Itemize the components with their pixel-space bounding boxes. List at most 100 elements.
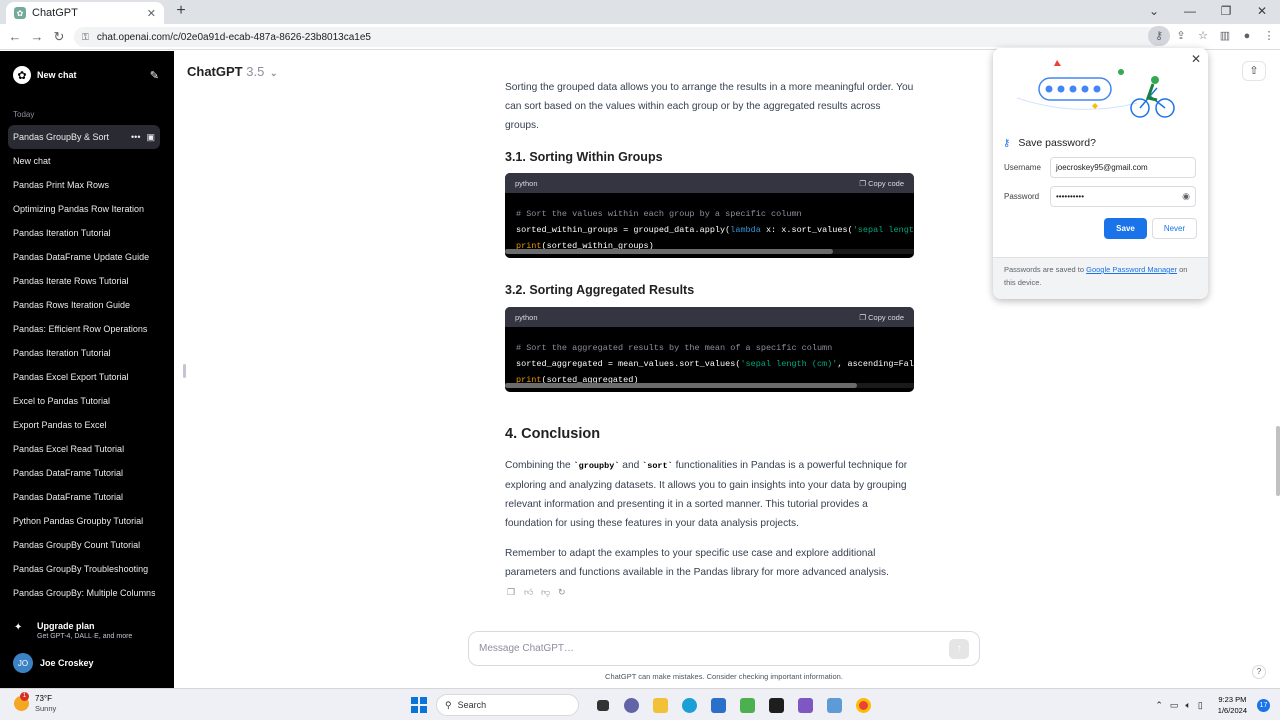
- back-button[interactable]: ←: [4, 29, 26, 44]
- network-icon[interactable]: ▭: [1170, 700, 1179, 711]
- bookmark-star-icon[interactable]: ☆: [1192, 26, 1214, 46]
- new-chat-button[interactable]: ✿ New chat ✎: [8, 61, 164, 89]
- vscode-icon[interactable]: [791, 695, 820, 715]
- weather-widget[interactable]: 1 73°F Sunny: [14, 692, 56, 713]
- sidebar-item[interactable]: Pandas Excel Read Tutorial: [8, 437, 160, 461]
- browser-tab[interactable]: ✿ ChatGPT ✕: [6, 2, 164, 24]
- sidebar-item[interactable]: Optimizing Pandas Row Iteration: [8, 197, 160, 221]
- sidebar-toggle-handle[interactable]: [183, 364, 186, 378]
- help-button[interactable]: ?: [1252, 665, 1266, 679]
- code-header: python ❐ Copy code: [505, 173, 914, 193]
- message-composer[interactable]: Message ChatGPT… ↑: [468, 631, 980, 666]
- code-content[interactable]: # Sort the aggregated results by the mea…: [505, 327, 914, 383]
- sidebar-item-label: Pandas Iteration Tutorial: [13, 348, 111, 358]
- message-input[interactable]: Message ChatGPT…: [479, 643, 949, 654]
- chat-history-list: Pandas GroupBy & Sort ••• ▣ New chat Pan…: [8, 125, 160, 605]
- code-scrollbar-thumb[interactable]: [505, 383, 857, 388]
- clock[interactable]: 9:23 PM 1/6/2024: [1218, 694, 1247, 716]
- copy-code-label: Copy code: [868, 312, 904, 322]
- maximize-button[interactable]: ❐: [1208, 0, 1244, 24]
- code-scrollbar-thumb[interactable]: [505, 249, 833, 254]
- sidebar-item[interactable]: Pandas GroupBy Troubleshooting: [8, 557, 160, 581]
- archive-icon[interactable]: ▣: [146, 132, 155, 143]
- username-row: Username joecroskey95@gmail.com: [1004, 157, 1196, 178]
- code-content[interactable]: # Sort the values within each group by a…: [505, 193, 914, 249]
- code-block: python ❐ Copy code # Sort the aggregated…: [505, 307, 914, 392]
- sidebar-item[interactable]: Python Pandas Groupby Tutorial: [8, 509, 160, 533]
- sidebar-item[interactable]: Pandas Excel Export Tutorial: [8, 365, 160, 389]
- share-button[interactable]: ⇧: [1242, 61, 1266, 81]
- battery-icon[interactable]: ▯: [1198, 700, 1203, 711]
- chat-app-icon[interactable]: [617, 695, 646, 715]
- share-icon[interactable]: ⇪: [1170, 26, 1192, 46]
- sidebar-item-active[interactable]: Pandas GroupBy & Sort ••• ▣: [8, 125, 160, 149]
- regenerate-icon[interactable]: ↻: [558, 587, 575, 598]
- username-field[interactable]: joecroskey95@gmail.com: [1050, 157, 1196, 178]
- store-icon[interactable]: [704, 695, 733, 715]
- password-manager-link[interactable]: Google Password Manager: [1086, 265, 1177, 274]
- thumbs-up-icon[interactable]: 👍︎: [524, 587, 541, 598]
- sidebar-item[interactable]: Pandas DataFrame Update Guide: [8, 245, 160, 269]
- taskbar-search[interactable]: ⚲ Search: [436, 694, 579, 716]
- minimize-button[interactable]: —: [1172, 0, 1208, 24]
- notepad-app-icon[interactable]: [733, 695, 762, 715]
- user-menu[interactable]: JO Joe Croskey: [13, 653, 94, 673]
- heading-sorting-within-groups: 3.1. Sorting Within Groups: [505, 150, 663, 164]
- volume-icon[interactable]: 🔈︎: [1185, 700, 1190, 711]
- edge-browser-icon[interactable]: [675, 695, 704, 715]
- code-scrollbar[interactable]: [505, 249, 914, 254]
- copy-code-button[interactable]: ❐ Copy code: [859, 179, 904, 188]
- thumbs-down-icon[interactable]: 👎︎: [541, 587, 558, 598]
- sidebar-item[interactable]: Pandas Iteration Tutorial: [8, 221, 160, 245]
- task-view-icon[interactable]: [588, 695, 617, 715]
- copy-code-button[interactable]: ❐ Copy code: [859, 313, 904, 322]
- scrollbar[interactable]: [1276, 426, 1280, 496]
- password-field[interactable]: •••••••••• ◉: [1050, 186, 1196, 207]
- sidebar-item[interactable]: Export Pandas to Excel: [8, 413, 160, 437]
- chrome-icon[interactable]: [849, 695, 878, 715]
- never-button[interactable]: Never: [1152, 218, 1197, 239]
- upgrade-plan-button[interactable]: ✦ Upgrade plan Get GPT-4, DALL·E, and mo…: [14, 621, 164, 640]
- sidebar-item[interactable]: Pandas Rows Iteration Guide: [8, 293, 160, 317]
- sidebar-item[interactable]: Excel to Pandas Tutorial: [8, 389, 160, 413]
- key-icon[interactable]: ⚷: [1148, 26, 1170, 46]
- sidebar-item[interactable]: Pandas DataFrame Tutorial: [8, 485, 160, 509]
- notification-badge[interactable]: 17: [1257, 698, 1270, 712]
- windows-start-icon[interactable]: [411, 697, 427, 713]
- send-button[interactable]: ↑: [949, 638, 969, 659]
- sidebar-item[interactable]: Pandas: Efficient Row Operations: [8, 317, 160, 341]
- file-explorer-icon[interactable]: [646, 695, 675, 715]
- code-comment: # Sort the aggregated results by the mea…: [516, 343, 833, 353]
- code-scrollbar[interactable]: [505, 383, 914, 388]
- address-bar[interactable]: ⚿ chat.openai.com/c/02e0a91d-ecab-487a-8…: [74, 27, 1164, 47]
- profile-icon[interactable]: ●: [1236, 26, 1258, 46]
- model-selector[interactable]: ChatGPT 3.5 ⌄: [187, 64, 278, 79]
- eye-icon[interactable]: ◉: [1182, 191, 1190, 202]
- new-tab-button[interactable]: +: [172, 2, 190, 20]
- sidebar-item[interactable]: Pandas GroupBy Count Tutorial: [8, 533, 160, 557]
- sidebar-item[interactable]: Pandas Iteration Tutorial: [8, 341, 160, 365]
- sidebar-item[interactable]: New chat: [8, 149, 160, 173]
- edit-icon[interactable]: ✎: [150, 69, 159, 82]
- menu-dots-icon[interactable]: ⋮: [1258, 26, 1280, 46]
- copy-icon[interactable]: ❐: [507, 587, 524, 598]
- close-tab-icon[interactable]: ✕: [147, 7, 156, 20]
- image-app-icon[interactable]: [820, 695, 849, 715]
- model-name: ChatGPT: [187, 64, 243, 79]
- save-button[interactable]: Save: [1104, 218, 1147, 239]
- chevron-up-icon[interactable]: ⌃: [1155, 700, 1163, 711]
- side-panel-icon[interactable]: ▥: [1214, 26, 1236, 46]
- inline-code: `sort`: [642, 461, 673, 471]
- sidebar-item[interactable]: Pandas DataFrame Tutorial: [8, 461, 160, 485]
- more-options-icon[interactable]: •••: [131, 132, 140, 142]
- close-icon[interactable]: ✕: [1191, 52, 1201, 66]
- site-info-icon[interactable]: ⚿: [82, 32, 89, 43]
- chevron-down-icon[interactable]: ⌄: [1136, 0, 1172, 24]
- sidebar-item[interactable]: Pandas GroupBy: Multiple Columns: [8, 581, 160, 605]
- sidebar-item[interactable]: Pandas Print Max Rows: [8, 173, 160, 197]
- terminal-icon[interactable]: [762, 695, 791, 715]
- sidebar-item[interactable]: Pandas Iterate Rows Tutorial: [8, 269, 160, 293]
- forward-button[interactable]: →: [26, 29, 48, 44]
- close-window-button[interactable]: ✕: [1244, 0, 1280, 24]
- reload-button[interactable]: ↻: [48, 29, 70, 45]
